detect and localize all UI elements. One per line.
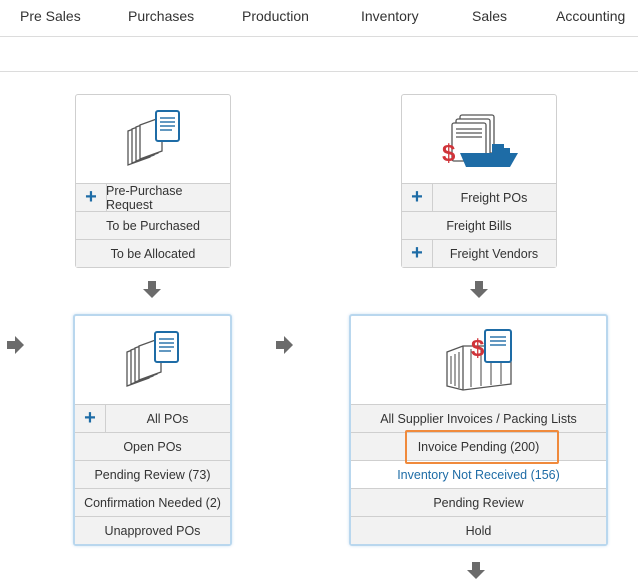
unapproved-pos-row[interactable]: Unapproved POs [75,516,230,544]
arrow-down-icon [143,281,161,298]
add-po-button[interactable]: + [75,405,106,432]
row-label: All POs [146,411,189,426]
to-be-allocated-row[interactable]: To be Allocated [76,239,230,267]
svg-text:$: $ [471,335,485,362]
row-label: Freight Bills [446,218,512,233]
freight-pos-row[interactable]: + Freight POs [402,183,556,211]
add-freight-vendor-button[interactable]: + [402,240,433,267]
all-supplier-invoices-row[interactable]: All Supplier Invoices / Packing Lists [351,404,606,432]
top-navigation: Pre Sales Purchases Production Inventory… [0,0,638,37]
row-label: To be Allocated [110,246,196,261]
sub-toolbar [0,37,638,72]
nav-production[interactable]: Production [242,8,309,24]
supplier-pending-review-row[interactable]: Pending Review [351,488,606,516]
row-label: To be Purchased [106,218,200,233]
arrow-right-icon [276,336,293,354]
all-pos-row[interactable]: + All POs [75,404,230,432]
pre-purchase-request-row[interactable]: + Pre-Purchase Request [76,183,230,212]
documents-icon [75,316,230,404]
nav-pre-sales[interactable]: Pre Sales [20,8,81,24]
arrow-right-icon [7,336,24,354]
row-label: All Supplier Invoices / Packing Lists [380,411,577,426]
row-label: Inventory Not Received (156) [397,467,560,482]
inventory-not-received-row[interactable]: Inventory Not Received (156) [351,460,606,488]
row-label: Open POs [123,439,182,454]
row-label: Freight Vendors [449,246,539,261]
container-invoice-icon: $ [351,316,606,404]
row-label: Confirmation Needed (2) [84,495,221,510]
to-be-purchased-row[interactable]: To be Purchased [76,211,230,239]
arrow-down-icon [467,562,485,579]
row-label: Unapproved POs [104,523,201,538]
freight-vendors-row[interactable]: + Freight Vendors [402,239,556,267]
nav-inventory[interactable]: Inventory [361,8,419,24]
pending-review-row[interactable]: Pending Review (73) [75,460,230,488]
open-pos-row[interactable]: Open POs [75,432,230,460]
freight-ship-icon: $ [402,95,556,183]
svg-text:$: $ [442,140,456,167]
pre-purchase-panel: + Pre-Purchase Request To be Purchased T… [75,94,231,268]
freight-bills-row[interactable]: Freight Bills [402,211,556,239]
row-label: Pending Review (73) [94,467,211,482]
hold-row[interactable]: Hold [351,516,606,544]
row-label: Pre-Purchase Request [106,183,183,212]
nav-accounting[interactable]: Accounting [556,8,625,24]
row-label: Freight POs [460,190,528,205]
purchase-orders-panel: + All POs Open POs Pending Review (73) C… [73,314,232,546]
confirmation-needed-row[interactable]: Confirmation Needed (2) [75,488,230,516]
row-label: Hold [465,523,492,538]
row-label: Pending Review [433,495,524,510]
nav-sales[interactable]: Sales [472,8,507,24]
nav-purchases[interactable]: Purchases [128,8,194,24]
invoice-pending-highlight [405,430,559,464]
documents-icon [76,95,230,183]
add-freight-po-button[interactable]: + [402,184,433,211]
arrow-down-icon [470,281,488,298]
add-pre-purchase-request-button[interactable]: + [76,184,107,211]
freight-panel: $ + Freight POs Freight Bills + Freight … [401,94,557,268]
